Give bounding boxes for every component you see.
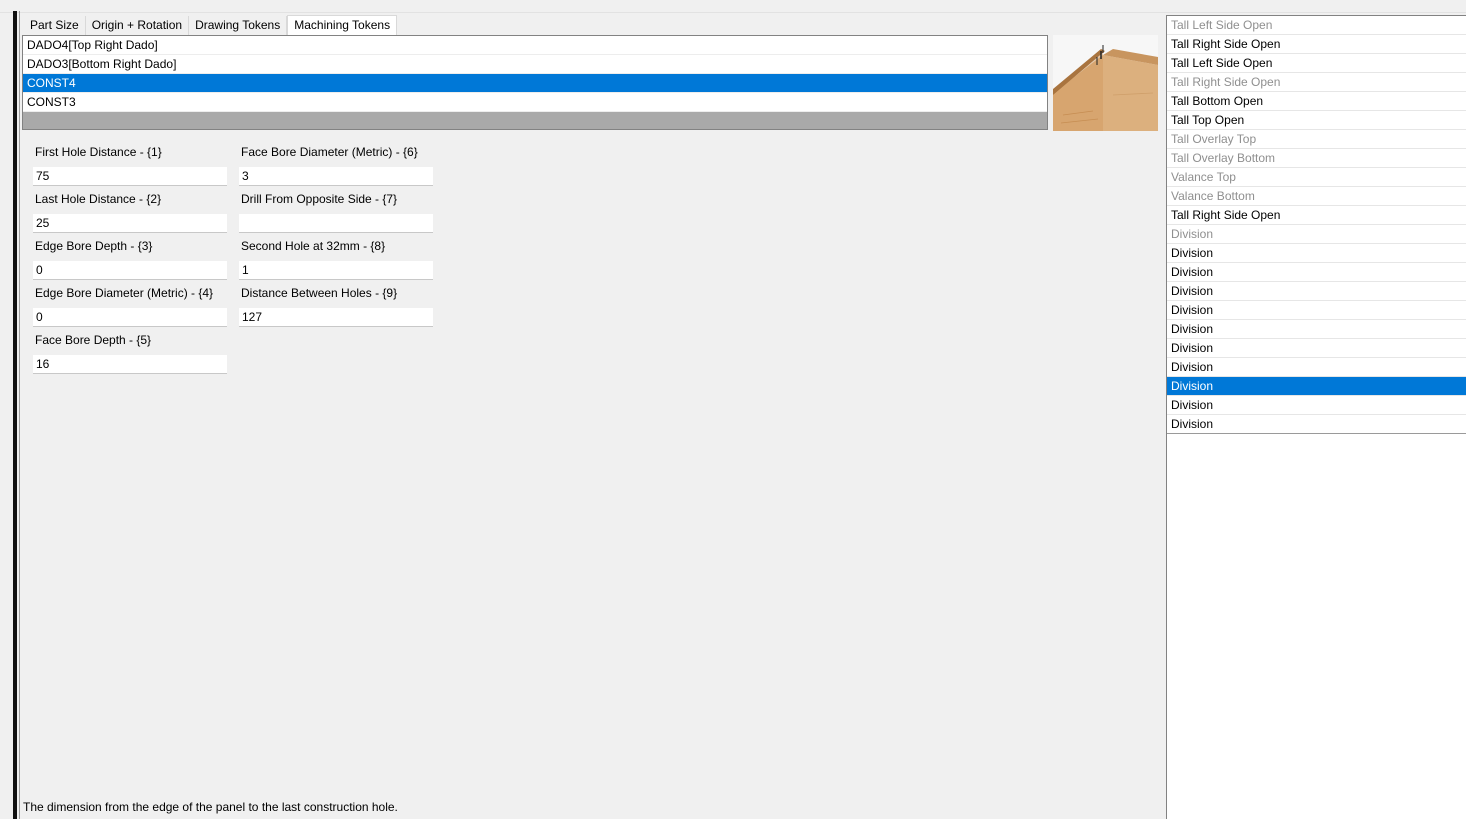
part-list-item[interactable]: Tall Left Side Open xyxy=(1167,16,1466,35)
part-list-item[interactable]: Division xyxy=(1167,263,1466,282)
part-list-item[interactable]: Division xyxy=(1167,339,1466,358)
face-bore-depth-label: Face Bore Depth - {5} xyxy=(35,333,152,347)
part-list-item[interactable]: Tall Right Side Open xyxy=(1167,35,1466,54)
top-strip xyxy=(0,0,1466,13)
drill-from-opposite-label: Drill From Opposite Side - {7} xyxy=(241,192,398,206)
part-list-item[interactable]: Division xyxy=(1167,320,1466,339)
distance-between-holes-label: Distance Between Holes - {9} xyxy=(241,286,398,300)
part-list-item[interactable]: Division xyxy=(1167,415,1466,434)
part-list-item[interactable]: Tall Top Open xyxy=(1167,111,1466,130)
face-bore-diameter-input[interactable]: 3 xyxy=(239,167,433,186)
part-list-item[interactable]: Tall Overlay Top xyxy=(1167,130,1466,149)
part-list-item[interactable]: Tall Bottom Open xyxy=(1167,92,1466,111)
tab-part-size[interactable]: Part Size xyxy=(24,16,86,35)
tab-machining-tokens[interactable]: Machining Tokens xyxy=(287,15,398,36)
machining-token-list[interactable]: DADO4[Top Right Dado] DADO3[Bottom Right… xyxy=(22,35,1048,130)
last-hole-distance-label: Last Hole Distance - {2} xyxy=(35,192,162,206)
tab-drawing-tokens[interactable]: Drawing Tokens xyxy=(189,16,288,35)
part-list-item[interactable]: Tall Overlay Bottom xyxy=(1167,149,1466,168)
face-bore-depth-input[interactable]: 16 xyxy=(33,355,227,374)
second-hole-32mm-input[interactable]: 1 xyxy=(239,261,433,280)
part-list-panel[interactable]: Tall Left Side Open Tall Right Side Open… xyxy=(1166,15,1466,819)
token-list-item[interactable]: CONST3 xyxy=(23,93,1047,112)
first-hole-distance-input[interactable]: 75 xyxy=(33,167,227,186)
left-splitter-bar[interactable] xyxy=(13,11,17,819)
part-list-item[interactable]: Division xyxy=(1167,225,1466,244)
part-list-item[interactable]: Division xyxy=(1167,396,1466,415)
drill-from-opposite-input[interactable] xyxy=(239,214,433,233)
tab-strip: Part Size Origin + Rotation Drawing Toke… xyxy=(24,15,398,36)
edge-bore-diameter-label: Edge Bore Diameter (Metric) - {4} xyxy=(35,286,214,300)
token-preview-image xyxy=(1053,35,1158,131)
part-list-item[interactable]: Division xyxy=(1167,244,1466,263)
second-hole-32mm-label: Second Hole at 32mm - {8} xyxy=(241,239,386,253)
edge-bore-depth-input[interactable]: 0 xyxy=(33,261,227,280)
part-list-item[interactable]: Division xyxy=(1167,358,1466,377)
part-list-item[interactable]: Tall Right Side Open xyxy=(1167,206,1466,225)
distance-between-holes-input[interactable]: 127 xyxy=(239,308,433,327)
token-list-item[interactable]: DADO3[Bottom Right Dado] xyxy=(23,55,1047,74)
part-list-item[interactable]: Valance Top xyxy=(1167,168,1466,187)
part-list-item[interactable]: Tall Right Side Open xyxy=(1167,73,1466,92)
help-status-text: The dimension from the edge of the panel… xyxy=(23,800,398,814)
face-bore-diameter-label: Face Bore Diameter (Metric) - {6} xyxy=(241,145,418,159)
part-list-item[interactable]: Division xyxy=(1167,301,1466,320)
first-hole-distance-label: First Hole Distance - {1} xyxy=(35,145,162,159)
part-list-item[interactable]: Division xyxy=(1167,282,1466,301)
tab-origin-rotation[interactable]: Origin + Rotation xyxy=(86,16,190,35)
left-divider xyxy=(19,11,20,819)
edge-bore-depth-label: Edge Bore Depth - {3} xyxy=(35,239,153,253)
wood-panel-illustration xyxy=(1053,45,1158,131)
last-hole-distance-input[interactable]: 25 xyxy=(33,214,227,233)
edge-bore-diameter-input[interactable]: 0 xyxy=(33,308,227,327)
token-list-item-selected[interactable]: CONST4 xyxy=(23,74,1047,93)
part-list-item-selected[interactable]: Division xyxy=(1167,377,1466,396)
part-list-item[interactable]: Tall Left Side Open xyxy=(1167,54,1466,73)
token-list-item[interactable]: DADO4[Top Right Dado] xyxy=(23,36,1047,55)
part-list-item[interactable]: Valance Bottom xyxy=(1167,187,1466,206)
